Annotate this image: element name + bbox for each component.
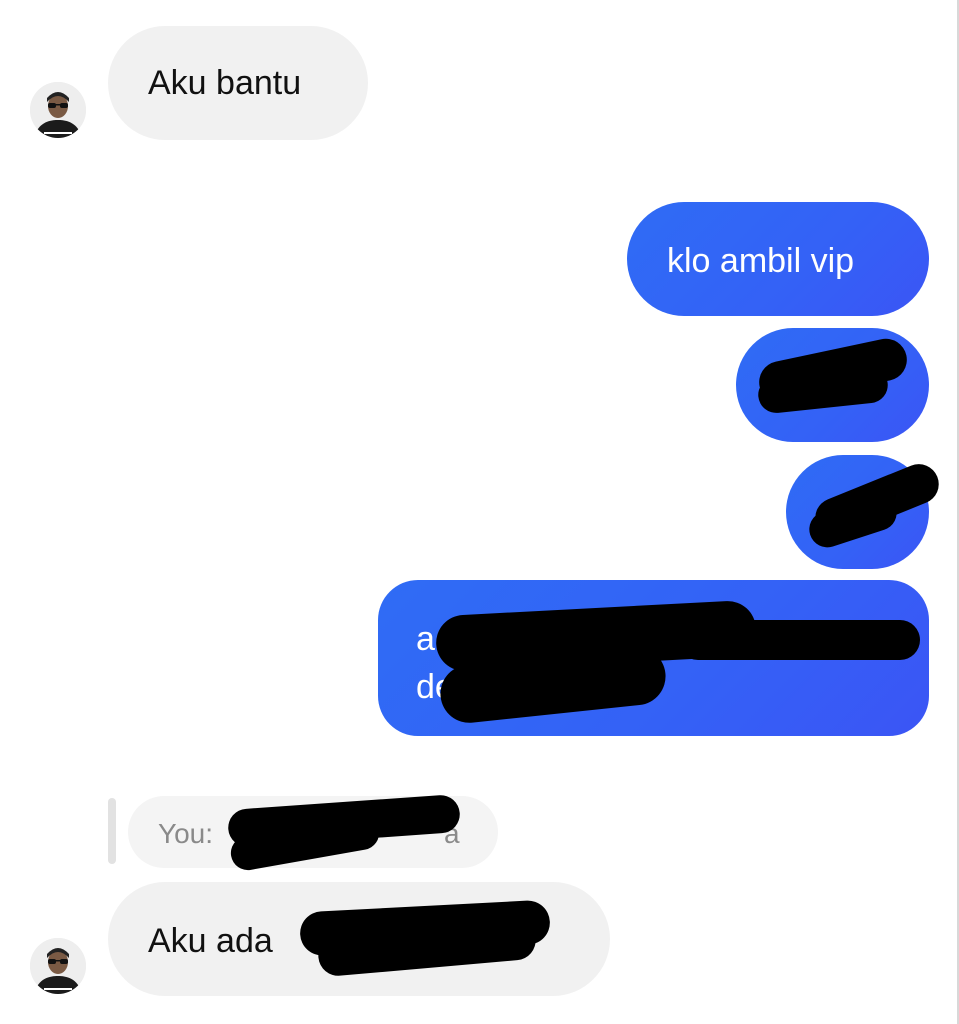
reply-preview[interactable]: You: a (128, 793, 498, 873)
message-text: Aku bantu (148, 64, 302, 102)
message-bubble-outgoing[interactable] (736, 328, 929, 442)
message-bubble-incoming[interactable]: Aku bantu (108, 26, 368, 140)
message-bubble-outgoing[interactable]: a de (378, 580, 929, 736)
message-text: klo ambil vip (667, 242, 855, 280)
reply-indicator-bar (108, 798, 116, 864)
message-bubble-incoming[interactable]: Aku ada (108, 882, 610, 996)
message-text-line-1: a (416, 620, 435, 658)
message-bubble-outgoing[interactable] (786, 455, 945, 569)
profile-photo-icon (30, 938, 86, 994)
contact-avatar[interactable] (30, 938, 86, 994)
contact-avatar[interactable] (30, 82, 86, 138)
reply-prefix: You: (158, 818, 214, 849)
profile-photo-icon (30, 82, 86, 138)
message-text: Aku ada (148, 922, 273, 960)
message-bubble-outgoing[interactable]: klo ambil vip (627, 202, 929, 316)
redaction-scribble (678, 620, 920, 660)
